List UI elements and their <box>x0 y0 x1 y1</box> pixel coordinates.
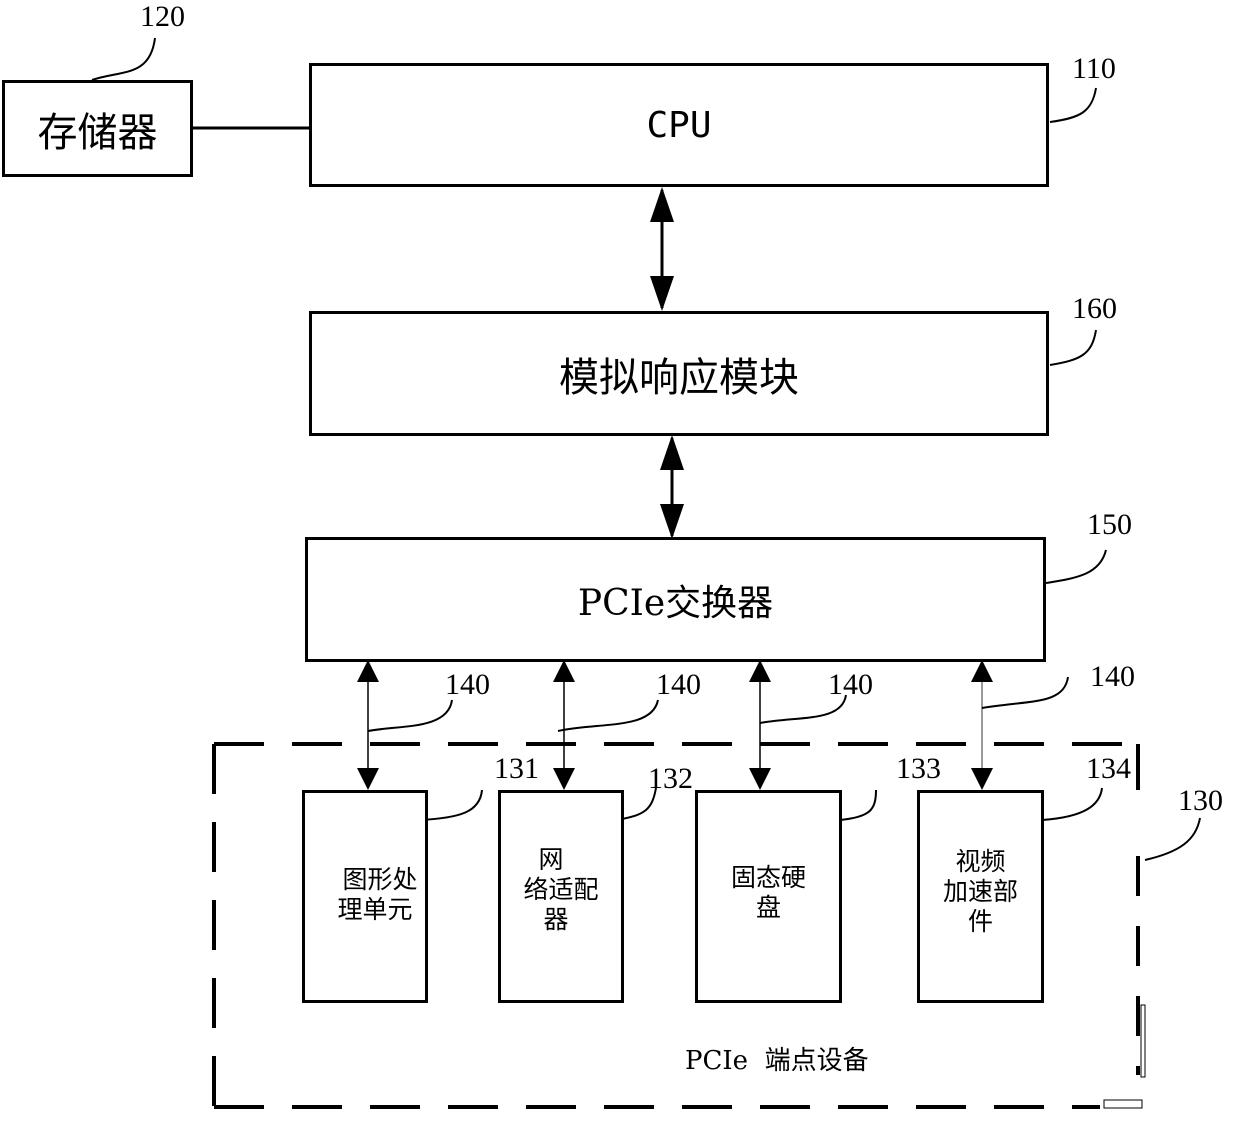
device-ssd-line-2: 盘 <box>755 893 781 922</box>
ref-leader-131 <box>419 789 483 821</box>
ref-140-1: 140 <box>445 668 490 701</box>
device-ssd-label: 固态硬 盘 <box>731 863 806 923</box>
ref-leader-130 <box>1144 817 1201 861</box>
ref-140-2: 140 <box>656 668 701 701</box>
device-network-line-2: 络适配 <box>523 875 599 904</box>
ref-leader-120 <box>91 37 156 81</box>
device-network-adapter: 网 络适配 器 <box>498 790 624 1003</box>
pcie-switch-label: PCIe交换器 <box>577 582 774 624</box>
cpu-sim-arrowhead-down <box>650 276 674 311</box>
ref-131: 131 <box>494 752 539 785</box>
pcie-link-4 <box>971 660 1069 790</box>
endpoint-group-corner <box>1103 1099 1143 1109</box>
device-network-line-1: 网 <box>538 845 564 874</box>
ref-160: 160 <box>1072 292 1117 325</box>
memory-block: 存储器 <box>2 80 193 177</box>
ref-140-4: 140 <box>1090 660 1135 693</box>
ref-leader-160 <box>1049 329 1097 366</box>
memory-label: 存储器 <box>37 109 158 156</box>
device-gpu: 图形处 理单元 <box>302 790 428 1003</box>
cpu-sim-arrowhead-up <box>650 187 674 222</box>
ref-leader-150 <box>1045 549 1107 584</box>
sim-switch-arrowhead-down <box>660 504 684 539</box>
pcie-link-1 <box>357 660 453 790</box>
sim-switch-arrowhead-up <box>660 435 684 470</box>
device-gpu-line-2: 理单元 <box>337 895 413 924</box>
sim-response-label: 模拟响应模块 <box>559 354 799 401</box>
pcie-switch-block: PCIe交换器 <box>305 537 1046 662</box>
ref-134: 134 <box>1086 752 1131 785</box>
ref-150: 150 <box>1087 508 1132 541</box>
device-gpu-label: 图形处 理单元 <box>312 865 417 925</box>
device-video-line-1: 视频 <box>955 847 1006 876</box>
ref-leader-134 <box>1041 787 1103 821</box>
device-video-accelerator: 视频 加速部 件 <box>917 790 1044 1003</box>
cpu-block: CPU <box>309 63 1049 187</box>
sim-response-block: 模拟响应模块 <box>309 311 1049 436</box>
cpu-label: CPU <box>646 104 712 146</box>
pcie-link-2 <box>553 660 659 790</box>
device-video-line-2: 加速部 <box>942 877 1018 906</box>
device-network-label: 网 络适配 器 <box>523 845 598 935</box>
ref-leader-133 <box>839 789 877 821</box>
ref-132: 132 <box>648 762 693 795</box>
device-network-line-3: 器 <box>543 905 569 934</box>
ref-110: 110 <box>1072 52 1116 85</box>
ref-120: 120 <box>140 0 185 33</box>
device-video-label: 视频 加速部 件 <box>943 847 1018 937</box>
ref-130: 130 <box>1178 784 1223 817</box>
ref-133: 133 <box>896 752 941 785</box>
device-video-line-3: 件 <box>967 907 993 936</box>
ref-140-3: 140 <box>828 668 873 701</box>
ref-leader-110 <box>1049 87 1097 123</box>
device-ssd-line-1: 固态硬 <box>730 863 806 892</box>
device-ssd: 固态硬 盘 <box>695 790 842 1003</box>
endpoint-group-right-edge <box>1140 1004 1146 1078</box>
endpoint-group-caption: PCIe 端点设备 <box>685 1046 869 1076</box>
device-gpu-line-1: 图形处 <box>342 865 418 894</box>
